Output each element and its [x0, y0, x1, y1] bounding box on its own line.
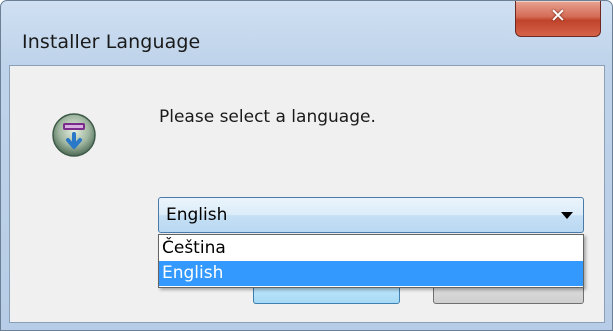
language-select-value: English: [166, 205, 228, 225]
chevron-down-icon[interactable]: [561, 212, 573, 219]
language-select[interactable]: English: [158, 197, 584, 233]
language-option-english[interactable]: English: [159, 261, 583, 286]
language-prompt: Please select a language.: [159, 107, 376, 127]
installer-language-dialog: Installer Language ✕ Please select a lan…: [0, 0, 613, 331]
language-option-cestina[interactable]: Čeština: [159, 236, 583, 261]
close-icon: ✕: [550, 5, 566, 27]
language-dropdown-list: Čeština English: [158, 234, 584, 288]
window-title: Installer Language: [22, 31, 201, 53]
close-button[interactable]: ✕: [515, 1, 601, 37]
title-bar[interactable]: Installer Language ✕: [1, 1, 612, 65]
installer-icon: [52, 113, 96, 157]
